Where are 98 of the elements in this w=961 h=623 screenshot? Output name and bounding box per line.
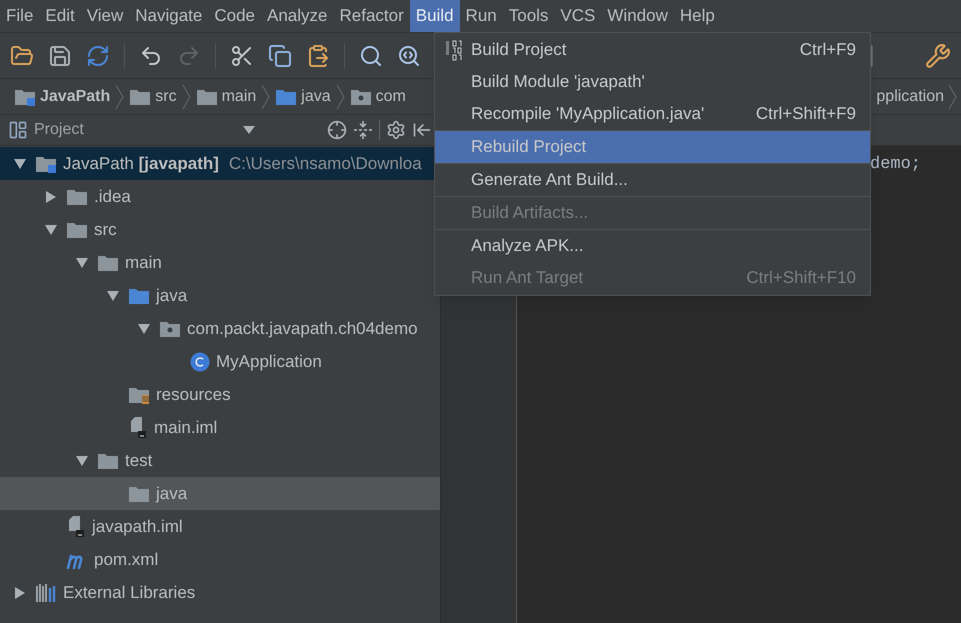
menu-item[interactable]: File — [0, 0, 40, 32]
package-folder-icon — [159, 320, 181, 338]
menu-item[interactable]: Refactor — [333, 0, 410, 32]
folder-icon — [196, 88, 218, 106]
folder-icon — [66, 188, 88, 206]
tree-path: C:\Users\nsamo\Downloa — [228, 152, 422, 175]
menu-item[interactable]: Build Project Ctrl+F9 — [435, 34, 870, 66]
menu-item[interactable]: Edit — [39, 0, 81, 32]
menu-item[interactable]: Recompile 'MyApplication.java' Ctrl+Shift+F9 — [435, 98, 870, 130]
file-icon — [128, 416, 148, 438]
menu-item[interactable]: Rebuild Project — [435, 131, 870, 163]
class-icon — [190, 352, 210, 372]
folder-icon — [97, 452, 119, 470]
tree-row[interactable]: main.iml — [0, 411, 440, 444]
tree-row[interactable]: javapath.iml — [0, 510, 440, 543]
module-folder-icon — [35, 154, 57, 172]
breadcrumb-item[interactable]: java — [275, 84, 331, 108]
tree-label: java — [156, 284, 188, 307]
tree-label: javapath.iml — [92, 516, 183, 538]
tree-label: MyApplication — [216, 350, 322, 373]
file-icon — [66, 516, 86, 538]
breadcrumb-item[interactable]: src — [129, 84, 177, 108]
menu-item[interactable]: Help — [674, 0, 721, 32]
folder-icon — [275, 88, 298, 106]
tree-row[interactable]: External Libraries — [0, 576, 440, 609]
tree-row[interactable]: test — [0, 444, 440, 477]
locate-icon[interactable] — [327, 120, 347, 140]
collapse-all-icon[interactable] — [353, 120, 373, 140]
tree-label: .idea — [94, 186, 131, 208]
search-icon[interactable] — [359, 44, 383, 68]
tree-label: resources — [156, 384, 231, 406]
cut-icon[interactable] — [230, 44, 254, 68]
breadcrumb-item[interactable]: JavaPath — [14, 84, 110, 108]
dropdown-caret-icon[interactable] — [243, 126, 255, 134]
panel-title[interactable]: Project — [34, 118, 84, 142]
folder-icon — [97, 254, 119, 272]
shortcut-label: Ctrl+Shift+F10 — [746, 267, 856, 290]
chevron-icon — [336, 84, 345, 110]
menu-item[interactable]: Navigate — [129, 0, 208, 32]
breadcrumb-item[interactable]: com — [350, 84, 406, 108]
tree-label: src — [94, 218, 117, 241]
tree-label: java — [156, 482, 188, 505]
tree-label: External Libraries — [63, 582, 196, 604]
menu-item[interactable]: View — [80, 0, 130, 32]
tree-label: com.packt.javapath.ch04demo — [187, 318, 418, 340]
shortcut-label: Ctrl+F9 — [800, 39, 856, 62]
paste-icon[interactable] — [306, 44, 330, 68]
tree-row[interactable]: pom.xml — [0, 543, 440, 576]
breadcrumb-item[interactable]: main — [196, 84, 256, 108]
collapse-arrow-icon[interactable] — [13, 158, 27, 170]
package-folder-icon — [350, 88, 372, 106]
tree-label: pom.xml — [94, 548, 158, 571]
replace-icon[interactable] — [397, 44, 421, 68]
project-icon — [8, 120, 28, 140]
tree-label: JavaPath [javapath] — [63, 152, 219, 175]
collapse-arrow-icon[interactable] — [75, 454, 89, 466]
menu-item[interactable]: VCS — [554, 0, 602, 32]
expand-arrow-icon[interactable] — [14, 586, 26, 600]
tree-label: main.iml — [154, 416, 218, 439]
breadcrumb-item[interactable]: pplication — [876, 84, 944, 108]
folder-icon — [128, 286, 150, 304]
shortcut-label: Ctrl+Shift+F9 — [756, 103, 856, 126]
menu-item[interactable]: Window — [601, 0, 674, 32]
folder-icon — [129, 88, 152, 106]
sync-icon[interactable] — [86, 44, 110, 68]
collapse-arrow-icon[interactable] — [75, 256, 89, 268]
menu-item[interactable]: Run — [460, 0, 503, 32]
copy-icon[interactable] — [268, 44, 292, 68]
chevron-icon — [948, 84, 957, 110]
menu-item[interactable]: Generate Ant Build... — [435, 164, 870, 196]
module-folder-icon — [14, 88, 36, 106]
tree-row[interactable]: java — [0, 477, 440, 510]
collapse-arrow-icon[interactable] — [44, 224, 58, 236]
wrench-icon[interactable] — [925, 42, 951, 68]
settings-icon[interactable] — [386, 120, 406, 140]
tree-label: test — [125, 450, 152, 472]
chevron-icon — [115, 84, 124, 110]
chevron-icon — [182, 84, 191, 110]
collapse-arrow-icon[interactable] — [106, 290, 120, 302]
expand-arrow-icon[interactable] — [45, 190, 57, 204]
menu-item[interactable]: Tools — [502, 0, 554, 32]
menu-item[interactable]: Code — [208, 0, 261, 32]
code-line: demo; — [869, 154, 922, 176]
menu-item[interactable]: Analyze — [261, 0, 334, 32]
tree-row[interactable]: resources — [0, 378, 440, 411]
collapse-arrow-icon[interactable] — [137, 322, 151, 334]
folder-icon — [66, 220, 88, 238]
open-folder-icon[interactable] — [10, 44, 34, 68]
menu-item[interactable]: Build — [410, 0, 460, 32]
resources-folder-icon — [128, 386, 150, 404]
chevron-icon — [261, 84, 270, 110]
menu-item[interactable]: Build Module 'javapath' — [435, 66, 870, 98]
libraries-icon — [35, 582, 57, 602]
save-icon[interactable] — [48, 44, 72, 68]
folder-icon — [128, 484, 150, 502]
tree-label: main — [125, 252, 162, 274]
tree-row[interactable]: MyApplication — [0, 345, 440, 378]
tree-row[interactable]: com.packt.javapath.ch04demo — [0, 312, 440, 345]
